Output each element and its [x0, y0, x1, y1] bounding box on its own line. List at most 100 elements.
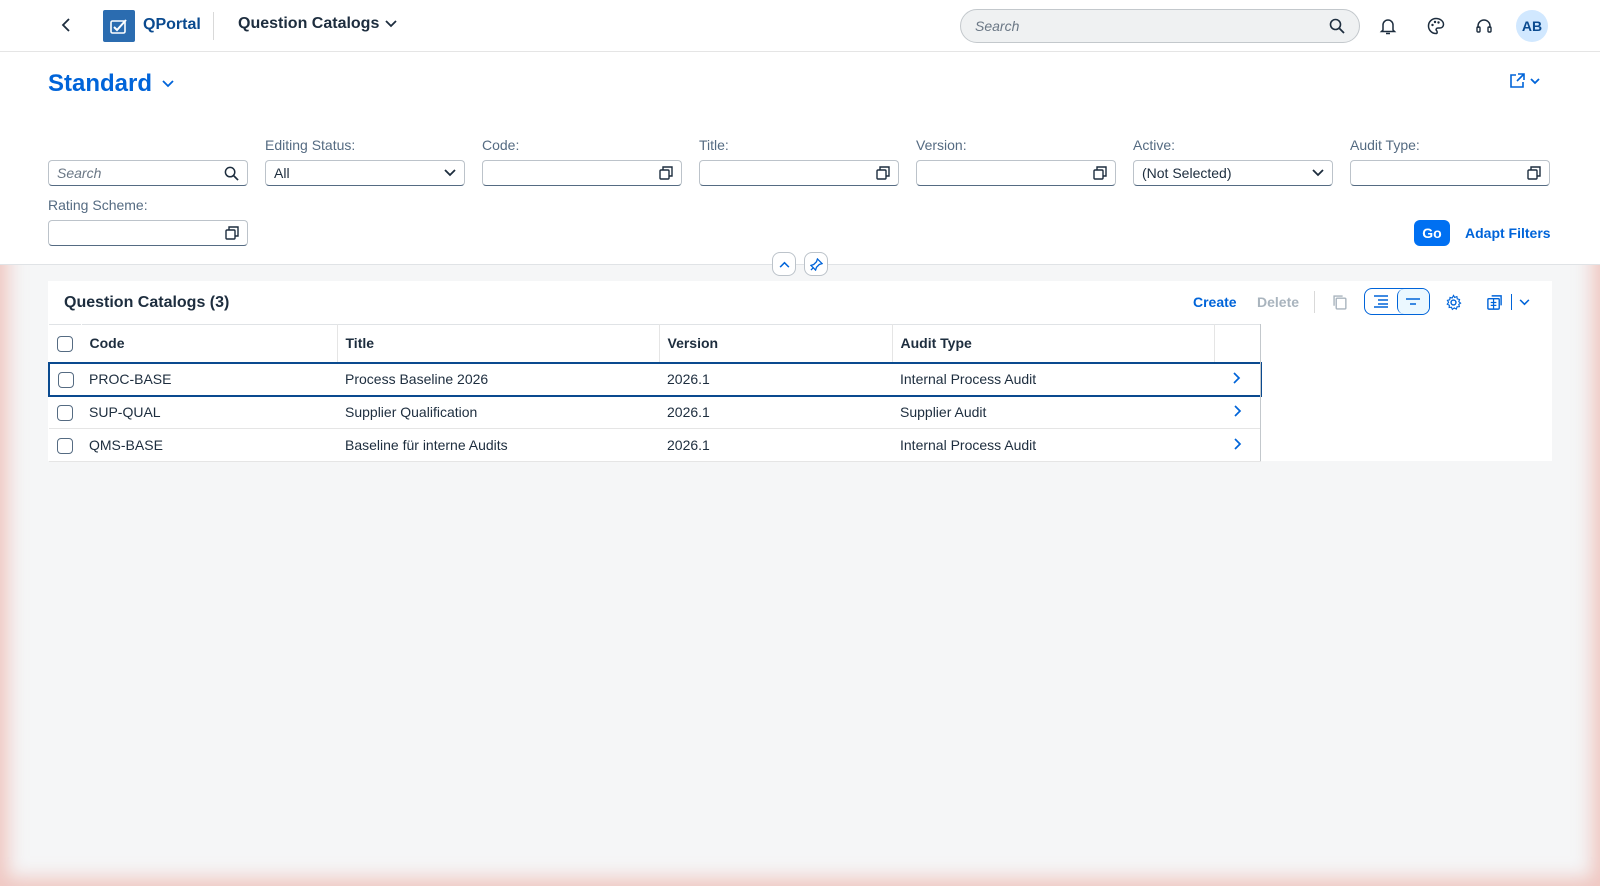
chevron-up-icon — [779, 261, 789, 268]
chevron-down-icon — [162, 80, 174, 88]
cell-title: Process Baseline 2026 — [337, 361, 659, 397]
column-header-code[interactable]: Code — [81, 324, 338, 363]
back-button[interactable] — [56, 14, 78, 36]
pin-icon — [809, 257, 823, 271]
audit-type-label: Audit Type: — [1350, 137, 1420, 153]
table-header-row: Code Title Version Audit Type — [49, 324, 1261, 363]
table-panel: Question Catalogs (3) Create Delete Code… — [48, 281, 1552, 462]
title-input[interactable] — [699, 160, 899, 186]
shell-divider — [213, 12, 214, 40]
chevron-right-icon — [1233, 405, 1241, 417]
cell-audit-type: Internal Process Audit — [892, 428, 1214, 462]
search-icon[interactable] — [224, 166, 239, 181]
search-icon[interactable] — [1329, 18, 1345, 34]
help-button[interactable] — [1472, 14, 1496, 38]
chevron-down-icon — [385, 20, 397, 28]
editing-status-select[interactable]: All — [265, 160, 465, 186]
chevron-left-icon — [61, 18, 70, 32]
go-button[interactable]: Go — [1414, 220, 1450, 246]
filter-rating-scheme: Rating Scheme: — [48, 197, 248, 246]
filter-search: Search — [48, 160, 248, 186]
table-row[interactable]: QMS-BASE Baseline für interne Audits 202… — [49, 428, 1261, 462]
adapt-filters-button[interactable]: Adapt Filters — [1465, 225, 1551, 241]
table-settings-button[interactable] — [1439, 289, 1467, 315]
brand-name[interactable]: QPortal — [143, 16, 201, 34]
audit-type-input[interactable] — [1350, 160, 1550, 186]
table-right-border — [1260, 324, 1261, 461]
select-all-cell — [49, 324, 82, 363]
select-all-checkbox[interactable] — [56, 335, 73, 352]
headset-icon — [1476, 19, 1492, 33]
logo-icon — [110, 19, 127, 34]
palette-icon — [1427, 17, 1445, 35]
copy-icon — [1332, 294, 1347, 310]
export-options-button[interactable] — [1510, 289, 1538, 315]
filter-title: Title: — [699, 137, 899, 186]
active-value: (Not Selected) — [1142, 165, 1232, 181]
rating-scheme-label: Rating Scheme: — [48, 197, 148, 213]
theme-button[interactable] — [1424, 14, 1448, 38]
app-title-menu[interactable]: Question Catalogs — [238, 15, 397, 33]
app-logo[interactable] — [103, 10, 135, 42]
export-icon — [1487, 294, 1502, 310]
expand-rows-button[interactable] — [1365, 289, 1397, 314]
row-navigation[interactable] — [1214, 361, 1262, 397]
copy-button[interactable] — [1326, 289, 1354, 315]
row-select-cell — [48, 361, 81, 397]
toolbar-separator — [1314, 291, 1315, 313]
filter-active: Active: (Not Selected) — [1133, 137, 1333, 186]
list-indent-icon — [1373, 295, 1388, 308]
app-title: Question Catalogs — [238, 15, 380, 32]
editing-status-value: All — [274, 165, 290, 181]
chevron-down-icon — [1312, 169, 1324, 177]
chevron-right-icon — [1233, 438, 1241, 450]
version-label: Version: — [916, 137, 967, 153]
row-mode-toggle — [1364, 288, 1430, 315]
column-header-title[interactable]: Title — [337, 324, 660, 363]
active-select[interactable]: (Not Selected) — [1133, 160, 1333, 186]
shell-search-input[interactable] — [975, 18, 1329, 34]
version-input[interactable] — [916, 160, 1116, 186]
value-help-icon[interactable] — [225, 226, 239, 240]
chevron-right-icon — [1233, 372, 1241, 384]
delete-button[interactable]: Delete — [1257, 294, 1299, 310]
code-input[interactable] — [482, 160, 682, 186]
value-help-icon[interactable] — [659, 166, 673, 180]
pin-header-button[interactable] — [804, 252, 828, 276]
active-label: Active: — [1133, 137, 1176, 153]
column-header-version[interactable]: Version — [659, 324, 893, 363]
user-avatar[interactable]: AB — [1516, 10, 1548, 42]
value-help-icon[interactable] — [1527, 166, 1541, 180]
shell-search — [960, 9, 1360, 43]
share-icon — [1510, 73, 1525, 88]
cell-audit-type: Internal Process Audit — [892, 361, 1214, 397]
column-header-audit-type[interactable]: Audit Type — [892, 324, 1215, 363]
cell-code: SUP-QUAL — [81, 395, 337, 429]
notifications-button[interactable] — [1376, 14, 1400, 38]
table-row[interactable]: SUP-QUAL Supplier Qualification 2026.1 S… — [49, 395, 1261, 429]
cell-title: Supplier Qualification — [337, 395, 659, 429]
variant-management[interactable]: Standard — [48, 70, 174, 98]
filter-search-input[interactable]: Search — [48, 160, 248, 186]
row-navigation[interactable] — [1214, 395, 1261, 429]
table-row[interactable]: PROC-BASE Process Baseline 2026 2026.1 I… — [48, 361, 1262, 397]
app-frame: QPortal Question Catalogs AB Standard — [0, 0, 1600, 886]
header-toggle-buttons — [772, 252, 828, 276]
rating-scheme-input[interactable] — [48, 220, 248, 246]
row-select-cell — [49, 428, 81, 462]
row-select-cell — [49, 395, 81, 429]
variant-title: Standard — [48, 70, 153, 97]
collapse-header-button[interactable] — [772, 252, 796, 276]
table-title: Question Catalogs (3) — [64, 294, 230, 311]
row-checkbox[interactable] — [57, 437, 73, 454]
column-header-navigation — [1214, 324, 1261, 363]
row-navigation[interactable] — [1214, 428, 1261, 462]
gear-icon — [1445, 293, 1462, 310]
create-button[interactable]: Create — [1193, 294, 1237, 310]
value-help-icon[interactable] — [876, 166, 890, 180]
value-help-icon[interactable] — [1093, 166, 1107, 180]
row-checkbox[interactable] — [57, 404, 73, 421]
collapse-rows-button[interactable] — [1396, 289, 1429, 314]
share-button[interactable] — [1508, 72, 1540, 90]
row-checkbox[interactable] — [57, 371, 74, 388]
